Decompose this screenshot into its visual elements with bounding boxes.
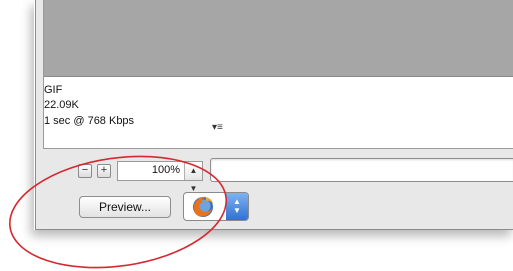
- image-info-area: [44, 77, 513, 148]
- zoom-out-button[interactable]: −: [78, 164, 92, 178]
- plus-icon: +: [100, 164, 108, 176]
- firefox-icon: [193, 196, 213, 217]
- stepper-arrows-icon[interactable]: ▲ ▼: [184, 162, 202, 193]
- download-time-label: 1 sec @ 768 Kbps: [44, 115, 135, 127]
- minus-icon: −: [81, 164, 89, 176]
- browser-selector-popup[interactable]: ▲ ▼: [183, 192, 249, 221]
- image-format-label: GIF: [44, 84, 63, 96]
- status-field: [210, 158, 513, 182]
- file-size-label: 22.09K: [44, 99, 79, 111]
- menu-lines-icon[interactable]: ▾≡: [212, 123, 230, 133]
- image-preview-area: [44, 0, 513, 77]
- up-down-arrows-icon: ▲ ▼: [226, 193, 248, 220]
- zoom-level-field[interactable]: 100% ▲ ▼: [117, 161, 203, 193]
- zoom-level-value: 100%: [151, 164, 180, 176]
- preview-button[interactable]: Preview...: [79, 196, 171, 218]
- zoom-in-button[interactable]: +: [97, 164, 111, 178]
